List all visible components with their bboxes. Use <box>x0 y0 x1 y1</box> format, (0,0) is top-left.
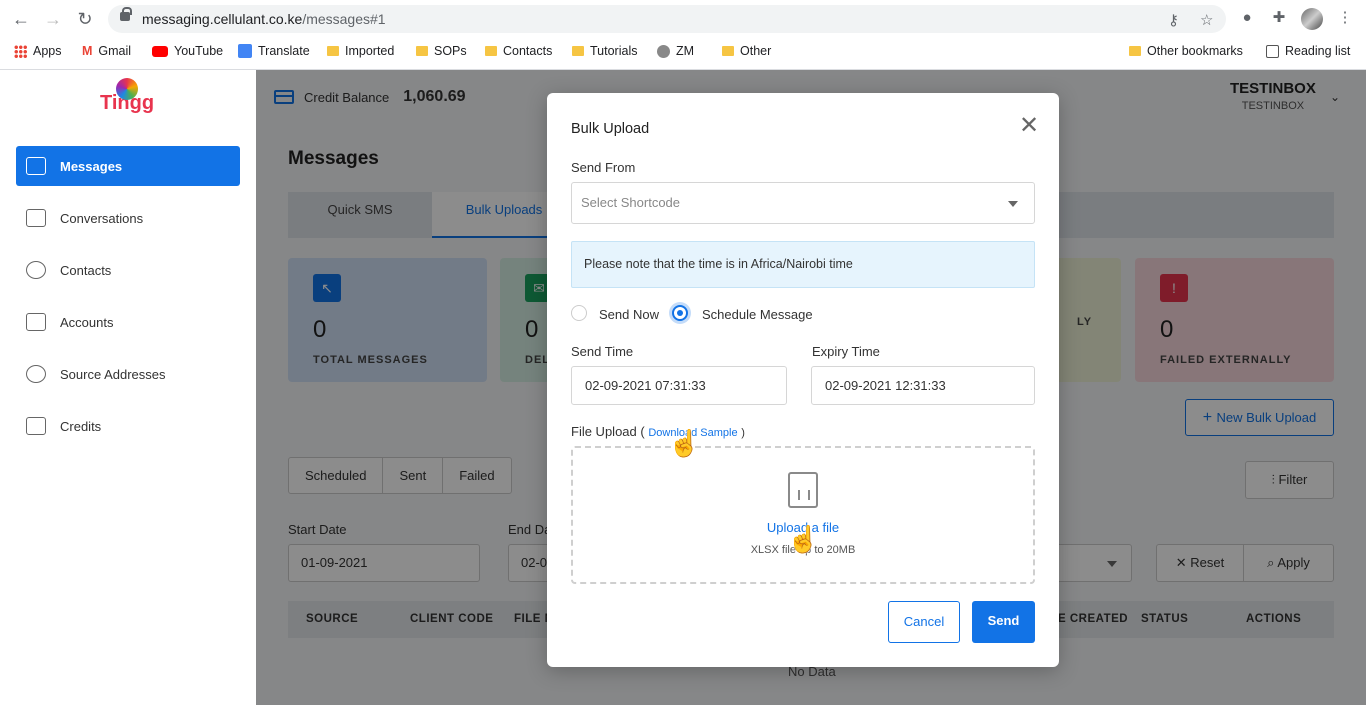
shortcode-select[interactable]: Select Shortcode <box>571 182 1035 224</box>
other-bookmarks[interactable]: Other bookmarks <box>1129 42 1243 60</box>
file-upload-label: File Upload ( Download Sample ) <box>571 424 745 439</box>
forward-icon[interactable]: → <box>42 8 64 30</box>
schedule-message-radio[interactable] <box>672 305 688 321</box>
reading-list-icon <box>1266 44 1279 58</box>
url-text: messaging.cellulant.co.ke/messages#1 <box>142 11 386 27</box>
send-button[interactable]: Send <box>972 601 1035 643</box>
gmail-icon: M <box>82 44 93 58</box>
bookmark-label: Apps <box>33 44 62 58</box>
folder-icon <box>572 46 584 56</box>
bookmark-label: Translate <box>258 44 310 58</box>
bookmark-zm[interactable]: ZM <box>657 42 694 60</box>
folder-icon <box>327 46 339 56</box>
bookmark-gmail[interactable]: M Gmail <box>82 42 131 60</box>
puzzle-icon[interactable]: ✚ <box>1269 8 1289 28</box>
file-dropzone[interactable]: Upload a file XLSX file up to 20MB <box>571 446 1035 584</box>
schedule-message-label[interactable]: Schedule Message <box>702 307 813 322</box>
bookmark-label: Imported <box>345 44 395 58</box>
bookmark-label: Other <box>740 44 772 58</box>
bookmark-label: Other bookmarks <box>1147 44 1243 58</box>
url-path: /messages#1 <box>302 11 386 27</box>
file-chart-icon <box>788 472 818 508</box>
lock-icon <box>120 7 132 21</box>
star-icon[interactable]: ☆ <box>1200 11 1213 29</box>
folder-icon <box>722 46 734 56</box>
file-upload-close: ) <box>741 427 745 439</box>
bookmark-sops[interactable]: SOPs <box>416 42 467 60</box>
hand-cursor-icon: ☝ <box>668 428 701 458</box>
address-bar[interactable]: messaging.cellulant.co.ke/messages#1 ⚷ ☆ <box>108 5 1226 33</box>
folder-icon <box>1129 46 1141 56</box>
key-icon[interactable]: ⚷ <box>1168 11 1179 29</box>
apps-icon <box>14 44 27 58</box>
translate-icon <box>238 44 252 58</box>
send-from-label: Send From <box>571 160 636 175</box>
send-time-label: Send Time <box>571 344 634 359</box>
back-icon[interactable]: ← <box>10 8 32 30</box>
bookmark-tutorials[interactable]: Tutorials <box>572 42 637 60</box>
extension-icon[interactable]: ● <box>1237 8 1257 28</box>
reload-icon[interactable]: ↻ <box>74 8 96 30</box>
send-now-radio[interactable] <box>571 305 587 321</box>
modal-title: Bulk Upload <box>571 121 650 137</box>
folder-icon <box>485 46 497 56</box>
profile-avatar[interactable] <box>1301 8 1323 30</box>
expiry-time-label: Expiry Time <box>812 344 880 359</box>
folder-icon <box>416 46 428 56</box>
hand-cursor-icon: ☝ <box>787 524 820 554</box>
bookmark-apps[interactable]: Apps <box>14 42 62 60</box>
file-upload-text: File Upload ( <box>571 424 645 439</box>
bookmark-youtube[interactable]: YouTube <box>152 42 223 60</box>
send-now-label[interactable]: Send Now <box>599 307 659 322</box>
bookmark-other[interactable]: Other <box>722 42 771 60</box>
bookmark-label: Gmail <box>98 44 132 58</box>
cancel-button[interactable]: Cancel <box>888 601 960 643</box>
expiry-time-input[interactable]: 02-09-2021 12:31:33 <box>811 366 1035 405</box>
bookmark-label: ZM <box>676 44 695 58</box>
bookmark-imported[interactable]: Imported <box>327 42 394 60</box>
timezone-note: Please note that the time is in Africa/N… <box>571 241 1035 288</box>
shortcode-placeholder: Select Shortcode <box>581 195 681 210</box>
close-icon[interactable]: ✕ <box>1019 111 1039 140</box>
bookmark-label: Reading list <box>1285 44 1351 58</box>
bookmark-label: Tutorials <box>590 44 638 58</box>
bulk-upload-modal: Bulk Upload ✕ Send From Select Shortcode… <box>547 93 1059 667</box>
bookmark-label: SOPs <box>434 44 467 58</box>
send-time-input[interactable]: 02-09-2021 07:31:33 <box>571 366 787 405</box>
menu-icon[interactable]: ⋮ <box>1335 8 1355 28</box>
bookmark-contacts[interactable]: Contacts <box>485 42 552 60</box>
youtube-icon <box>152 45 168 57</box>
bookmark-translate[interactable]: Translate <box>238 42 310 60</box>
caret-down-icon <box>1008 201 1018 207</box>
reading-list[interactable]: Reading list <box>1266 42 1350 60</box>
url-host: messaging.cellulant.co.ke <box>142 11 303 27</box>
globe-icon <box>657 44 670 58</box>
browser-chrome: ← → ↻ messaging.cellulant.co.ke/messages… <box>0 0 1366 70</box>
bookmark-label: Contacts <box>503 44 553 58</box>
bookmark-label: YouTube <box>174 44 224 58</box>
